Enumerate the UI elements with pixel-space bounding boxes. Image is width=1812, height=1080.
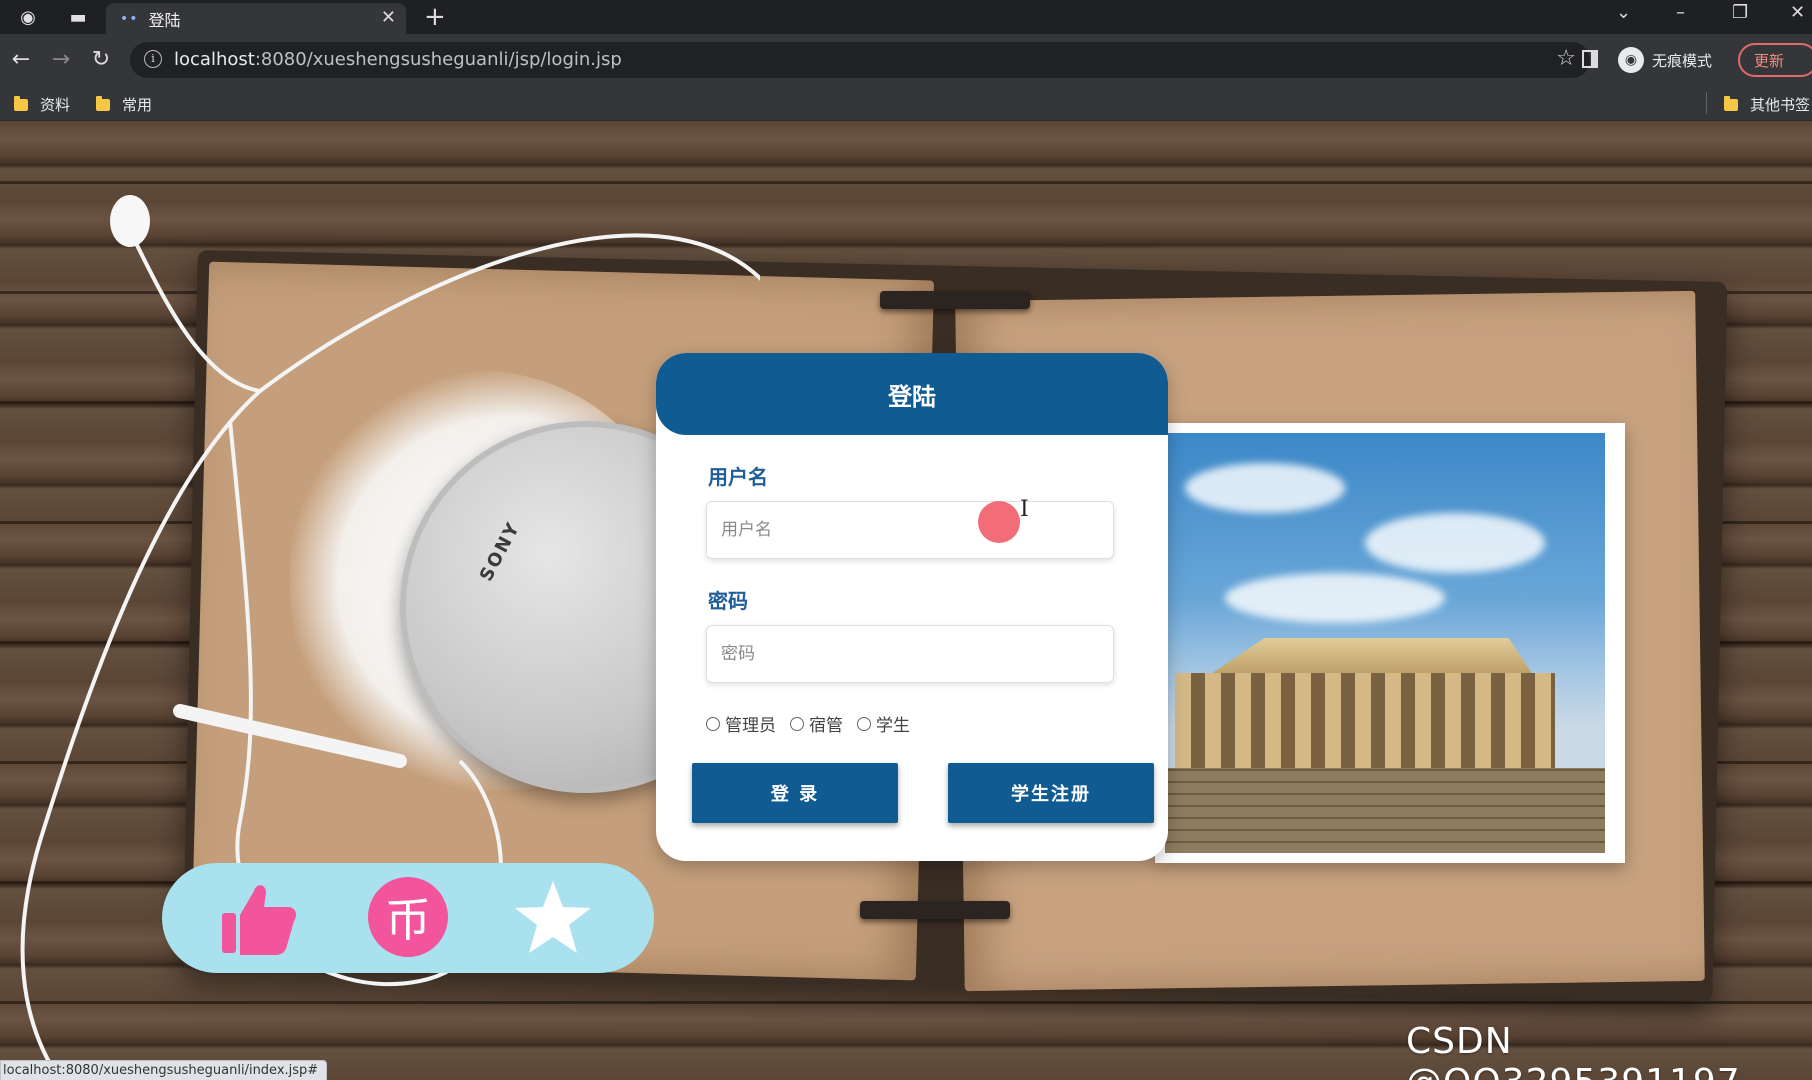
back-icon[interactable]: ← [6, 44, 36, 74]
restore-icon[interactable]: ❐ [1732, 2, 1748, 23]
folder-icon [14, 95, 28, 111]
address-url[interactable]: localhost:8080/xueshengsusheguanli/jsp/l… [174, 49, 622, 70]
folder-icon [96, 95, 110, 111]
update-button[interactable]: 更新 [1738, 43, 1812, 77]
social-action-bar: 币 [162, 863, 654, 973]
status-url-bubble: localhost:8080/xueshengsusheguanli/index… [0, 1060, 328, 1080]
address-bar[interactable]: i localhost:8080/xueshengsusheguanli/jsp… [130, 42, 1590, 78]
login-button[interactable]: 登 录 [692, 763, 898, 823]
temple-roof [1205, 638, 1535, 678]
bookmarks-bar: 资料 常用 其他书签 [0, 86, 1812, 121]
parthenon-photo [1165, 433, 1605, 853]
student-register-button[interactable]: 学生注册 [948, 763, 1154, 823]
role-dorm-manager[interactable]: 宿管 [790, 711, 843, 736]
browser-toolbar: ← → ↻ i localhost:8080/xueshengsusheguan… [0, 34, 1812, 86]
reload-icon[interactable]: ↻ [86, 44, 116, 74]
temple-stone-wall [1165, 768, 1605, 853]
radio-button[interactable] [790, 716, 804, 731]
tab-search-icon[interactable]: ▬ [66, 5, 90, 29]
role-dorm-manager-label: 宿管 [809, 716, 843, 736]
other-bookmarks[interactable]: 其他书签 [1724, 94, 1810, 115]
bookmark-label: 常用 [122, 96, 153, 114]
site-info-icon[interactable]: i [144, 50, 162, 68]
close-window-icon[interactable]: ✕ [1790, 2, 1805, 23]
radio-button[interactable] [857, 716, 871, 731]
incognito-profile[interactable]: ◉ 无痕模式 [1618, 46, 1712, 74]
role-student-label: 学生 [876, 716, 910, 736]
page-loading-icon: •• [120, 10, 139, 27]
password-label: 密码 [708, 589, 748, 613]
bookmark-star-icon[interactable]: ☆ [1556, 46, 1576, 71]
tab-login[interactable]: •• 登陆 ✕ [106, 3, 406, 34]
thumbs-up-icon[interactable] [218, 877, 300, 959]
star-icon[interactable] [512, 877, 594, 959]
folder-icon [1724, 95, 1738, 111]
side-panel-icon[interactable] [1582, 50, 1598, 68]
text-cursor-icon: I [1020, 497, 1029, 522]
click-indicator [978, 501, 1020, 543]
bookmark-folder-1[interactable]: 资料 [14, 94, 70, 115]
close-tab-icon[interactable]: ✕ [381, 7, 396, 28]
tab-list-chevron-icon[interactable]: ⌄ [1616, 2, 1631, 23]
role-selector: 管理员 宿管 学生 [706, 711, 924, 736]
update-label: 更新 [1754, 51, 1785, 70]
binder-ring [860, 901, 1010, 919]
login-button-label: 登 录 [770, 784, 820, 805]
incognito-icon: ◉ [1618, 47, 1644, 73]
login-title: 登陆 [656, 353, 1168, 435]
role-admin-label: 管理员 [725, 716, 776, 736]
browser-logo-icon[interactable]: ◉ [16, 5, 40, 29]
login-card: 登陆 用户名 密码 管理员 宿管 学生 登 录 学生注册 [656, 353, 1168, 861]
bookmark-label: 资料 [40, 96, 71, 114]
new-tab-icon[interactable]: + [424, 2, 446, 32]
page-background: SONY 登陆 用户名 密码 管理员 [0, 121, 1812, 1080]
password-input[interactable] [706, 625, 1114, 683]
browser-tab-bar: ◉ ▬ •• 登陆 ✕ + ⌄ – ❐ ✕ [0, 0, 1812, 34]
forward-icon[interactable]: → [46, 44, 76, 74]
bookmarks-separator [1706, 92, 1707, 114]
cloud-shape [1225, 573, 1445, 623]
username-label: 用户名 [708, 465, 768, 489]
tab-title: 登陆 [148, 10, 181, 30]
role-student[interactable]: 学生 [857, 711, 910, 736]
cloud-shape [1185, 463, 1345, 513]
coin-glyph: 币 [385, 893, 431, 947]
role-admin[interactable]: 管理员 [706, 711, 776, 736]
username-input[interactable] [706, 501, 1114, 559]
csdn-watermark: CSDN @QQ3295391197 [1406, 1021, 1740, 1080]
earbud-icon [110, 195, 150, 247]
radio-button[interactable] [706, 716, 720, 731]
photo-frame [1155, 423, 1625, 863]
cloud-shape [1365, 513, 1545, 573]
minimize-icon[interactable]: – [1676, 2, 1685, 23]
temple-columns [1175, 673, 1555, 773]
incognito-label: 无痕模式 [1652, 51, 1713, 70]
coin-icon[interactable]: 币 [368, 877, 448, 957]
binder-ring [880, 291, 1030, 309]
other-bookmarks-label: 其他书签 [1750, 96, 1811, 114]
register-button-label: 学生注册 [1011, 784, 1091, 805]
bookmark-folder-2[interactable]: 常用 [96, 94, 152, 115]
